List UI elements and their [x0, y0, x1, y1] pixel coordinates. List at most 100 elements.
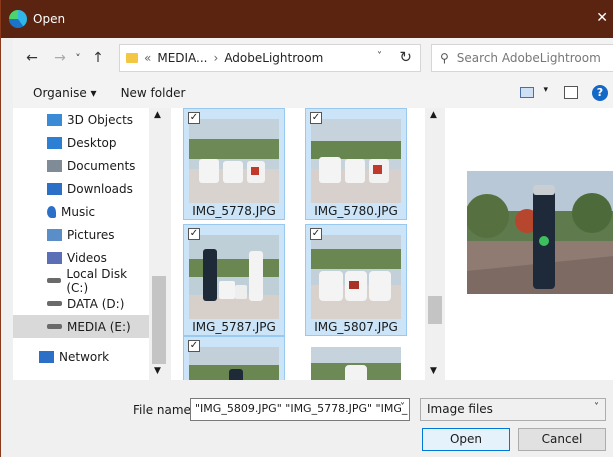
scroll-thumb[interactable] — [152, 276, 166, 364]
file-name: IMG_5778.JPG — [192, 204, 276, 218]
file-name-value: "IMG_5809.JPG" "IMG_5778.JPG" "IMG_ — [195, 402, 408, 415]
sidebar-item-label: 3D Objects — [67, 112, 134, 127]
file-thumbnail — [311, 347, 401, 380]
open-file-dialog: Open ✕ ← → ˅ ↑ « MEDIA... › AdobeLightro… — [0, 0, 613, 457]
sidebar-item[interactable]: Network — [13, 345, 149, 368]
file-name: IMG_5807.JPG — [314, 320, 398, 334]
address-box[interactable]: « MEDIA... › AdobeLightroom ˅ ↻ — [119, 44, 421, 72]
edge-browser-icon — [9, 10, 27, 28]
file-name: IMG_5787.JPG — [192, 320, 276, 334]
file-tile[interactable]: ✓ IMG_5780.JPG — [305, 108, 407, 220]
search-icon: ⚲ — [440, 51, 449, 65]
pictures-icon — [47, 228, 62, 241]
file-tile[interactable]: ✓ IMG_5778.JPG — [183, 108, 285, 220]
sidebar-item-label: Documents — [67, 158, 136, 173]
navigation-scrollbar[interactable]: ▲ ▼ — [149, 108, 169, 380]
file-type-select[interactable]: Image files ˅ — [420, 398, 606, 421]
folder-icon — [126, 53, 138, 63]
sidebar-item[interactable]: 3D Objects — [13, 108, 149, 131]
sidebar-item[interactable]: Local Disk (C:) — [13, 266, 149, 295]
sidebar-item-label: MEDIA (E:) — [67, 319, 131, 334]
sidebar-item[interactable]: Desktop — [13, 131, 149, 154]
sidebar-item-label: Music — [61, 204, 96, 219]
file-checkbox[interactable]: ✓ — [188, 340, 200, 352]
sidebar-item-label: Pictures — [67, 227, 115, 242]
file-tile[interactable] — [305, 336, 407, 380]
chevron-down-icon[interactable]: ˅ — [594, 402, 599, 413]
file-checkbox[interactable]: ✓ — [310, 228, 322, 240]
sidebar-item[interactable]: Music — [13, 200, 149, 223]
up-button[interactable]: ↑ — [87, 50, 109, 66]
file-checkbox[interactable]: ✓ — [310, 112, 322, 124]
close-icon[interactable]: ✕ — [596, 10, 608, 26]
sidebar-item-label: Downloads — [67, 181, 133, 196]
open-button[interactable]: Open — [422, 428, 510, 451]
organise-button[interactable]: Organise ▾ — [33, 86, 97, 100]
address-dropdown-icon[interactable]: ˅ — [377, 51, 382, 62]
title-bar: Open ✕ — [1, 0, 613, 38]
file-thumbnail — [189, 235, 279, 319]
cancel-button[interactable]: Cancel — [518, 428, 606, 451]
file-tile[interactable]: ✓ — [183, 336, 285, 380]
file-list-scrollbar[interactable]: ▲ ▼ — [425, 108, 445, 380]
command-bar: Organise ▾ New folder ▾ ? — [13, 78, 613, 108]
download-icon — [47, 182, 62, 195]
sidebar-item[interactable]: MEDIA (E:) — [13, 315, 149, 338]
file-thumbnail — [189, 119, 279, 203]
sidebar-item[interactable]: DATA (D:) — [13, 292, 149, 315]
file-tile[interactable]: ✓ IMG_5807.JPG — [305, 224, 407, 336]
file-type-value: Image files — [427, 402, 493, 416]
file-name-label: File name: — [133, 403, 195, 417]
search-input[interactable]: ⚲ Search AdobeLightroom — [431, 44, 613, 72]
drive-icon — [47, 301, 62, 306]
file-checkbox[interactable]: ✓ — [188, 228, 200, 240]
refresh-icon[interactable]: ↻ — [399, 48, 412, 66]
recent-locations-button[interactable]: ˅ — [71, 52, 85, 65]
path-separator: › — [213, 51, 219, 65]
sidebar-item[interactable]: Pictures — [13, 223, 149, 246]
desktop-icon — [47, 136, 62, 149]
scroll-up-icon[interactable]: ▲ — [430, 110, 437, 120]
breadcrumb-media[interactable]: MEDIA... — [157, 51, 207, 65]
file-list: ✓ IMG_5778.JPG ✓ IMG_5780.JPG ✓ IMG_5787.JPG ✓… — [171, 108, 425, 380]
drive-icon — [47, 278, 62, 283]
sidebar-item[interactable]: Documents — [13, 154, 149, 177]
preview-pane — [445, 108, 613, 380]
scroll-thumb[interactable] — [428, 296, 442, 324]
file-checkbox[interactable]: ✓ — [188, 112, 200, 124]
sidebar-item-label: Network — [59, 349, 110, 364]
scroll-down-icon[interactable]: ▼ — [154, 366, 161, 376]
search-placeholder: Search AdobeLightroom — [456, 51, 601, 65]
preview-pane-icon[interactable] — [564, 86, 578, 99]
sidebar-item-label: Local Disk (C:) — [66, 266, 128, 295]
chevron-down-icon[interactable]: ˅ — [400, 402, 405, 413]
scroll-up-icon[interactable]: ▲ — [154, 110, 161, 120]
forward-button[interactable]: → — [49, 50, 71, 66]
address-bar-row: ← → ˅ ↑ « MEDIA... › AdobeLightroom ˅ ↻ … — [13, 38, 613, 78]
new-folder-button[interactable]: New folder — [121, 86, 186, 100]
music-icon — [47, 205, 56, 218]
view-options-icon[interactable] — [520, 87, 534, 98]
file-thumbnail — [311, 235, 401, 319]
crumb-overflow[interactable]: « — [144, 51, 151, 65]
view-options-dropdown[interactable]: ▾ — [543, 85, 548, 95]
sidebar-item-label: DATA (D:) — [67, 296, 125, 311]
scroll-down-icon[interactable]: ▼ — [430, 366, 437, 376]
window-title: Open — [33, 12, 66, 26]
file-tile[interactable]: ✓ IMG_5787.JPG — [183, 224, 285, 336]
sidebar-item-label: Videos — [67, 250, 107, 265]
cube-icon — [47, 113, 62, 126]
drive-icon — [47, 324, 62, 329]
file-name-input[interactable]: "IMG_5809.JPG" "IMG_5778.JPG" "IMG_ ˅ — [190, 398, 410, 421]
help-icon[interactable]: ? — [592, 85, 608, 101]
breadcrumb-adobelightroom[interactable]: AdobeLightroom — [224, 51, 323, 65]
file-thumbnail — [189, 347, 279, 380]
sidebar-item-label: Desktop — [67, 135, 117, 150]
videos-icon — [47, 251, 62, 264]
dialog-footer: File name: "IMG_5809.JPG" "IMG_5778.JPG"… — [13, 380, 613, 457]
network-icon — [39, 350, 54, 363]
sidebar-item[interactable]: Downloads — [13, 177, 149, 200]
file-thumbnail — [311, 119, 401, 203]
back-button[interactable]: ← — [21, 50, 43, 66]
preview-image — [467, 171, 613, 294]
